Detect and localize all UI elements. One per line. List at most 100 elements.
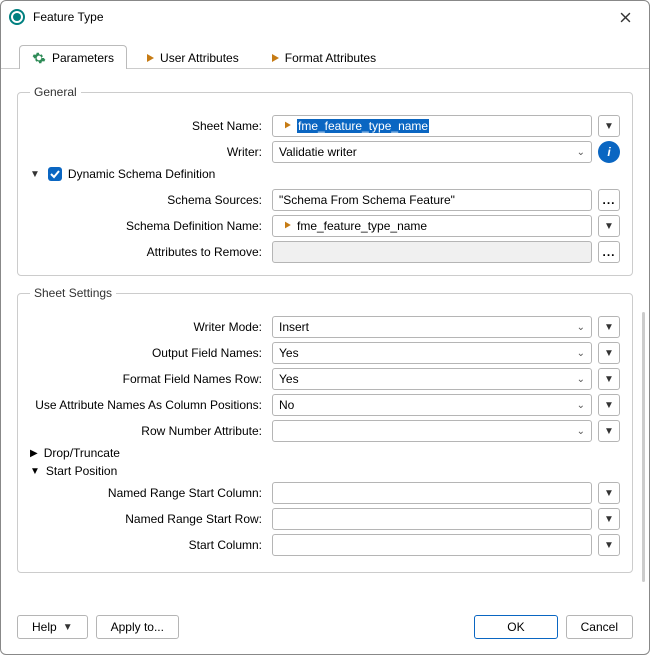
output-field-names-menu-button[interactable]: ▼	[598, 342, 620, 364]
ellipsis-icon: ...	[602, 197, 615, 203]
use-attr-cols-label: Use Attribute Names As Column Positions:	[30, 398, 266, 412]
output-field-names-select[interactable]: Yes ⌄	[272, 342, 592, 364]
schema-def-name-label: Schema Definition Name:	[30, 219, 266, 233]
named-range-start-col-field[interactable]	[272, 482, 592, 504]
attributes-icon	[140, 51, 154, 65]
chevron-down-icon: ⌄	[571, 348, 585, 359]
check-icon	[50, 169, 60, 179]
window-title: Feature Type	[33, 10, 609, 24]
app-icon	[9, 9, 25, 25]
writer-mode-label: Writer Mode:	[30, 320, 266, 334]
dynamic-checkbox[interactable]	[48, 167, 62, 181]
format-field-names-row-label: Format Field Names Row:	[30, 372, 266, 386]
dynamic-disclosure-toggle[interactable]: ▼	[28, 169, 42, 180]
help-button[interactable]: Help ▼	[17, 615, 88, 639]
format-field-names-row-select[interactable]: Yes ⌄	[272, 368, 592, 390]
writer-mode-select[interactable]: Insert ⌄	[272, 316, 592, 338]
start-position-label: Start Position	[46, 464, 117, 478]
ellipsis-icon: ...	[602, 249, 615, 255]
use-attr-cols-menu-button[interactable]: ▼	[598, 394, 620, 416]
sheet-name-field[interactable]: fme_feature_type_name	[272, 115, 592, 137]
tab-format-attributes-label: Format Attributes	[285, 51, 376, 65]
start-column-menu-button[interactable]: ▼	[598, 534, 620, 556]
sheet-name-menu-button[interactable]: ▼	[598, 115, 620, 137]
chevron-down-icon: ▼	[604, 374, 614, 385]
schema-sources-value: "Schema From Schema Feature"	[279, 193, 455, 207]
sheet-name-value: fme_feature_type_name	[297, 119, 429, 133]
close-icon	[620, 12, 631, 23]
gear-icon	[32, 51, 46, 65]
group-sheet-settings: Sheet Settings Writer Mode: Insert ⌄ ▼ O…	[17, 286, 633, 573]
start-column-label: Start Column:	[30, 538, 266, 552]
use-attr-cols-value: No	[279, 398, 294, 412]
writer-label: Writer:	[30, 145, 266, 159]
dynamic-label: Dynamic Schema Definition	[68, 167, 215, 181]
named-range-start-row-label: Named Range Start Row:	[30, 512, 266, 526]
footer: Help ▼ Apply to... OK Cancel	[1, 610, 649, 654]
ok-button[interactable]: OK	[474, 615, 557, 639]
chevron-down-icon: ▼	[604, 348, 614, 359]
chevron-down-icon: ▼	[604, 540, 614, 551]
param-arrow-icon	[279, 119, 291, 133]
tab-format-attributes[interactable]: Format Attributes	[252, 45, 389, 69]
drop-truncate-label: Drop/Truncate	[44, 446, 120, 460]
drop-truncate-toggle[interactable]: ▶ Drop/Truncate	[30, 446, 620, 460]
group-general: General Sheet Name: fme_feature_type_nam…	[17, 85, 633, 276]
schema-sources-field[interactable]: "Schema From Schema Feature"	[272, 189, 592, 211]
row-number-attr-menu-button[interactable]: ▼	[598, 420, 620, 442]
schema-sources-label: Schema Sources:	[30, 193, 266, 207]
scrollbar[interactable]	[642, 312, 645, 582]
start-position-toggle[interactable]: ▼ Start Position	[30, 464, 620, 478]
named-range-start-row-menu-button[interactable]: ▼	[598, 508, 620, 530]
tab-parameters[interactable]: Parameters	[19, 45, 127, 69]
writer-value: Validatie writer	[279, 145, 357, 159]
sheet-name-label: Sheet Name:	[30, 119, 266, 133]
content-area: General Sheet Name: fme_feature_type_nam…	[1, 69, 649, 610]
schema-sources-browse-button[interactable]: ...	[598, 189, 620, 211]
apply-to-button[interactable]: Apply to...	[96, 615, 179, 639]
chevron-down-icon: ▼	[30, 466, 40, 477]
chevron-down-icon: ▼	[604, 426, 614, 437]
schema-def-name-field[interactable]: fme_feature_type_name	[272, 215, 592, 237]
group-general-legend: General	[30, 85, 81, 99]
writer-info-button[interactable]: i	[598, 141, 620, 163]
chevron-right-icon: ▶	[30, 448, 38, 459]
named-range-start-row-field[interactable]	[272, 508, 592, 530]
chevron-down-icon: ▼	[604, 221, 614, 232]
ok-button-label: OK	[507, 620, 524, 634]
chevron-down-icon: ▼	[604, 400, 614, 411]
format-field-names-row-menu-button[interactable]: ▼	[598, 368, 620, 390]
chevron-down-icon: ⌄	[571, 147, 585, 158]
writer-select[interactable]: Validatie writer ⌄	[272, 141, 592, 163]
writer-mode-menu-button[interactable]: ▼	[598, 316, 620, 338]
group-sheet-settings-legend: Sheet Settings	[30, 286, 116, 300]
output-field-names-value: Yes	[279, 346, 299, 360]
param-arrow-icon	[279, 219, 291, 233]
tab-parameters-label: Parameters	[52, 51, 114, 65]
tab-bar: Parameters User Attributes Format Attrib…	[1, 41, 649, 69]
attributes-icon	[265, 51, 279, 65]
schema-def-name-menu-button[interactable]: ▼	[598, 215, 620, 237]
info-icon: i	[607, 145, 610, 159]
start-column-field[interactable]	[272, 534, 592, 556]
attrs-remove-label: Attributes to Remove:	[30, 245, 266, 259]
chevron-down-icon: ⌄	[571, 322, 585, 333]
schema-def-name-value: fme_feature_type_name	[297, 219, 427, 233]
output-field-names-label: Output Field Names:	[30, 346, 266, 360]
apply-to-button-label: Apply to...	[111, 620, 164, 634]
chevron-down-icon: ▼	[604, 322, 614, 333]
writer-mode-value: Insert	[279, 320, 309, 334]
titlebar: Feature Type	[1, 1, 649, 33]
chevron-down-icon: ▼	[604, 488, 614, 499]
row-number-attr-label: Row Number Attribute:	[30, 424, 266, 438]
chevron-down-icon: ⌄	[571, 374, 585, 385]
attrs-remove-browse-button[interactable]: ...	[598, 241, 620, 263]
use-attr-cols-select[interactable]: No ⌄	[272, 394, 592, 416]
cancel-button-label: Cancel	[581, 620, 618, 634]
row-number-attr-select[interactable]: ⌄	[272, 420, 592, 442]
close-button[interactable]	[609, 5, 641, 29]
cancel-button[interactable]: Cancel	[566, 615, 633, 639]
tab-user-attributes-label: User Attributes	[160, 51, 239, 65]
named-range-start-col-menu-button[interactable]: ▼	[598, 482, 620, 504]
tab-user-attributes[interactable]: User Attributes	[127, 45, 252, 69]
